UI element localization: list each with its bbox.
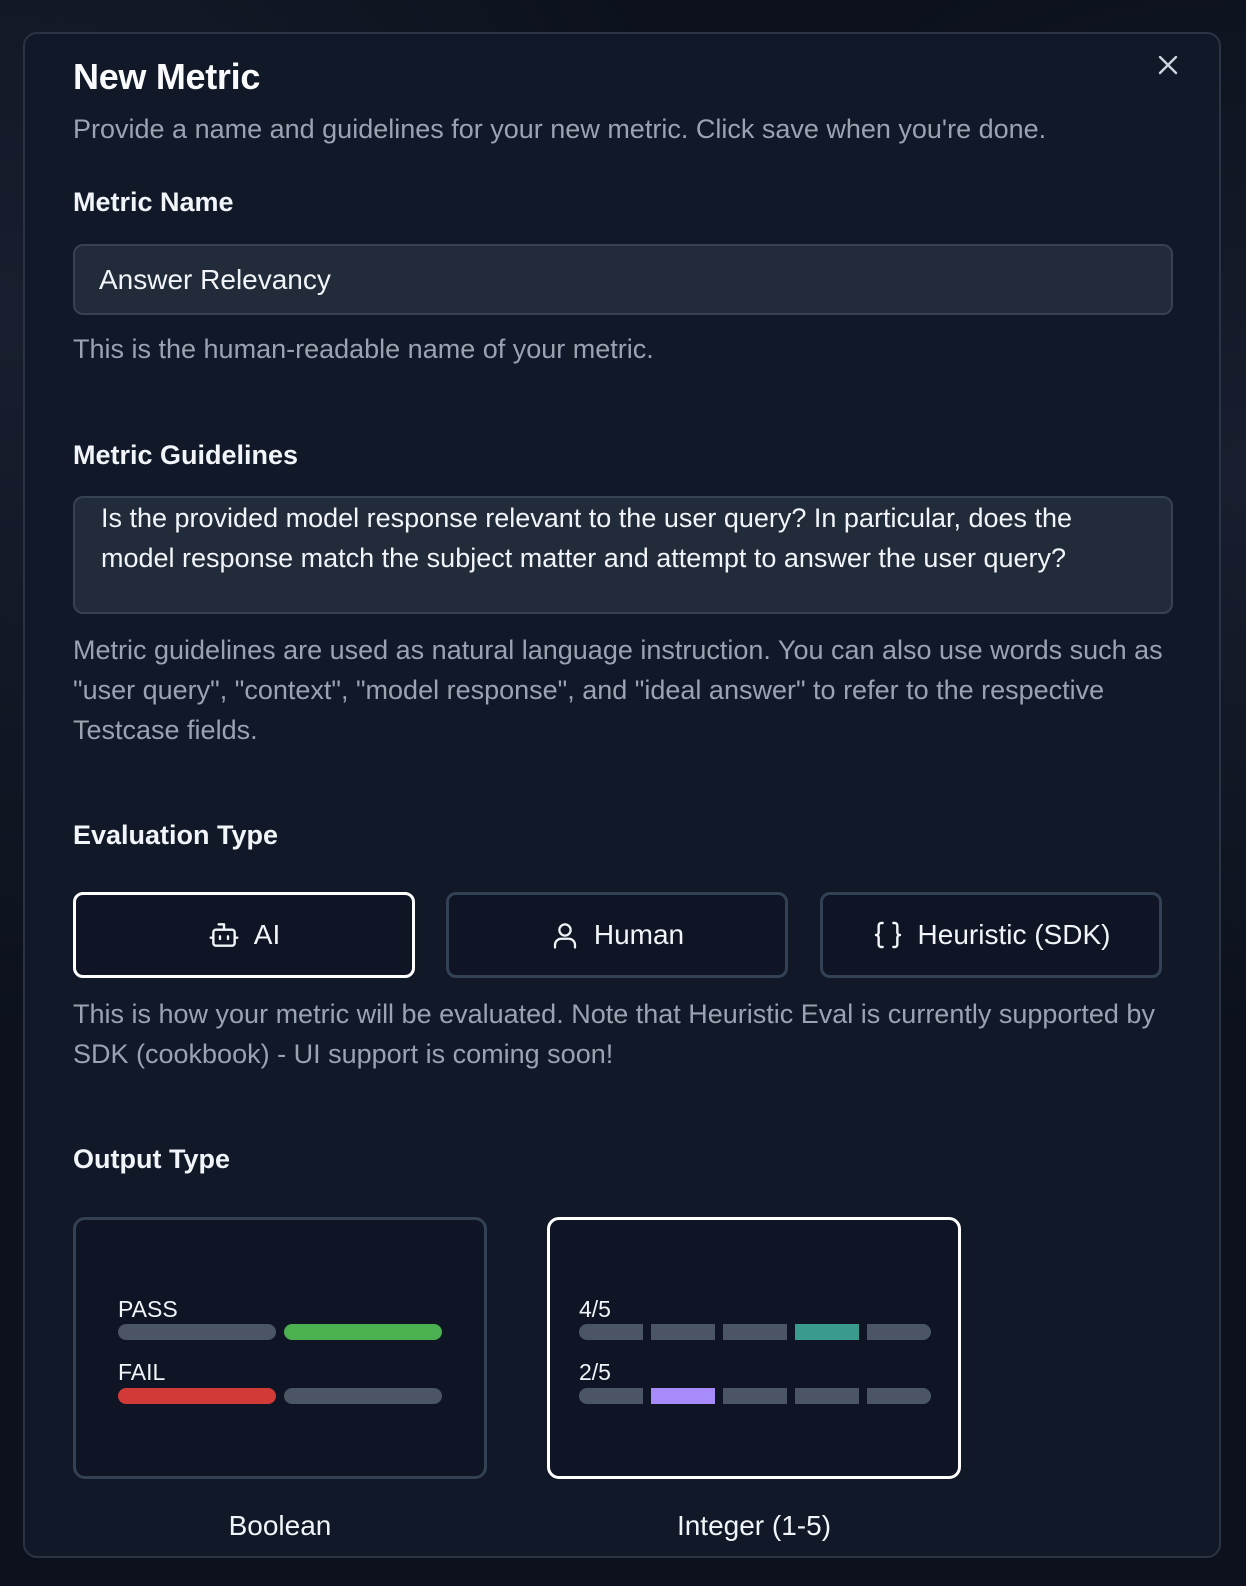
eval-type-ai-label: AI: [253, 919, 281, 950]
metric-name-input[interactable]: Answer Relevancy: [73, 244, 1173, 315]
eval-type-ai-button[interactable]: AI: [73, 892, 415, 978]
metric-guidelines-label: Metric Guidelines: [73, 440, 299, 470]
close-button[interactable]: [1153, 50, 1183, 80]
dialog-subtitle: Provide a name and guidelines for your n…: [73, 114, 1047, 144]
pass-bar-left: [118, 1324, 276, 1340]
output-type-boolean-card[interactable]: PASS FAIL: [73, 1217, 487, 1479]
score-segment: [723, 1324, 787, 1340]
score-4-label: 4/5: [579, 1296, 611, 1322]
close-icon: [1158, 55, 1178, 75]
fail-label: FAIL: [118, 1359, 166, 1385]
score-segment: [867, 1324, 931, 1340]
score-segment: [795, 1388, 859, 1404]
eval-type-heuristic-label: Heuristic (SDK): [917, 919, 1111, 950]
metric-name-help: This is the human-readable name of your …: [73, 334, 654, 364]
user-icon: [553, 923, 576, 949]
metric-name-label: Metric Name: [73, 187, 234, 217]
score-segment: [651, 1388, 715, 1404]
fail-bar-left: [118, 1388, 276, 1404]
score-segment: [651, 1324, 715, 1340]
eval-type-human-button[interactable]: Human: [446, 892, 788, 978]
metric-guidelines-textarea[interactable]: Is the provided model response relevant …: [73, 496, 1173, 614]
output-type-integer-card[interactable]: 4/5 2/5: [547, 1217, 961, 1479]
bot-icon: [209, 923, 239, 947]
output-type-label: Output Type: [73, 1144, 230, 1174]
score-segment: [867, 1388, 931, 1404]
pass-bar-right: [284, 1324, 442, 1340]
evaluation-type-label: Evaluation Type: [73, 820, 279, 850]
metric-guidelines-help: Metric guidelines are used as natural la…: [73, 635, 1163, 745]
new-metric-dialog: New Metric Provide a name and guidelines…: [23, 32, 1221, 1558]
score-segment: [723, 1388, 787, 1404]
score-2-label: 2/5: [579, 1359, 611, 1385]
boolean-caption: Boolean: [228, 1510, 332, 1541]
eval-type-heuristic-button[interactable]: Heuristic (SDK): [820, 892, 1162, 978]
dialog-title: New Metric: [73, 56, 261, 97]
score-segment: [579, 1388, 643, 1404]
braces-icon: [874, 921, 901, 949]
evaluation-type-help: This is how your metric will be evaluate…: [73, 999, 1155, 1069]
score-segment: [795, 1324, 859, 1340]
eval-type-human-label: Human: [593, 919, 685, 950]
fail-bar-right: [284, 1388, 442, 1404]
score-segment: [579, 1324, 643, 1340]
integer-caption: Integer (1-5): [676, 1510, 832, 1541]
pass-label: PASS: [118, 1296, 178, 1322]
